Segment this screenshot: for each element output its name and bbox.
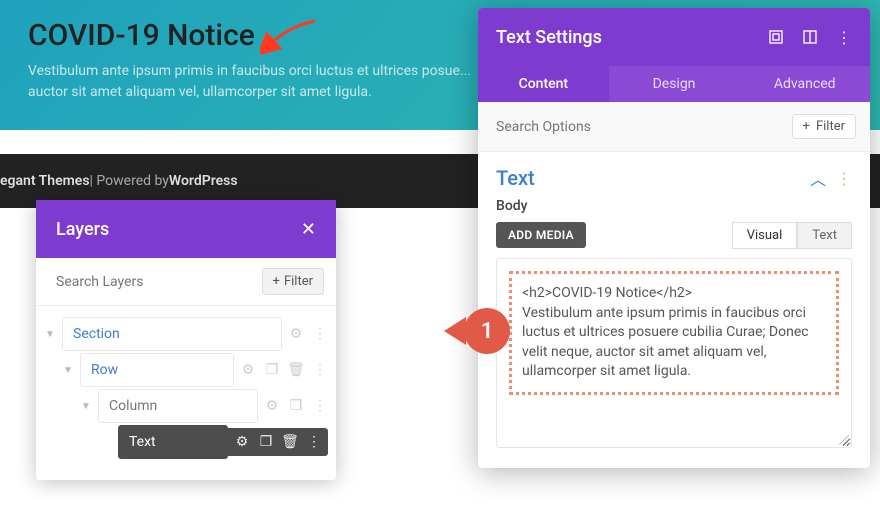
- layer-label[interactable]: Row: [80, 353, 234, 387]
- close-icon[interactable]: ✕: [301, 219, 316, 240]
- more-icon[interactable]: ⋮: [312, 398, 328, 414]
- layer-label[interactable]: Section: [62, 317, 282, 351]
- duplicate-icon[interactable]: ❐: [288, 398, 304, 414]
- gear-icon[interactable]: ⚙: [264, 398, 280, 414]
- settings-filter-button[interactable]: + Filter: [792, 114, 856, 139]
- text-section-header[interactable]: Text ︿ ⋮: [478, 152, 870, 198]
- more-icon[interactable]: ⋮: [836, 169, 852, 188]
- layer-label[interactable]: Text: [118, 425, 228, 459]
- footer-theme: egant Themes: [0, 173, 90, 189]
- annotation-pointer-icon: [444, 317, 466, 345]
- tab-content[interactable]: Content: [478, 66, 609, 102]
- layers-filter-button[interactable]: + Filter: [262, 268, 324, 295]
- plus-icon: +: [803, 119, 810, 134]
- layer-column-row[interactable]: ▼ Column ⚙ ❐ ⋮: [44, 388, 328, 424]
- more-icon[interactable]: ⋮: [312, 326, 328, 342]
- layer-section-row[interactable]: ▼ Section ⚙ ⋮: [44, 316, 328, 352]
- trash-icon[interactable]: 🗑: [282, 434, 298, 450]
- annotation-callout: 1: [444, 308, 510, 354]
- text-settings-panel: Text Settings ⋮ Content Design Advanced …: [478, 8, 870, 468]
- body-area: Body ADD MEDIA Visual Text <h2>COVID-19 …: [478, 198, 870, 468]
- layers-search-row: + Filter: [36, 258, 336, 306]
- plus-icon: +: [273, 274, 280, 289]
- tab-design[interactable]: Design: [609, 66, 740, 102]
- settings-search-row: + Filter: [478, 102, 870, 152]
- page-body: Vestibulum ante ipsum primis in faucibus…: [28, 61, 478, 103]
- section-title: Text: [496, 166, 535, 190]
- duplicate-icon[interactable]: ❐: [258, 434, 274, 450]
- filter-label: Filter: [284, 274, 313, 289]
- layers-title: Layers: [56, 219, 109, 240]
- tab-advanced[interactable]: Advanced: [739, 66, 870, 102]
- filter-label: Filter: [816, 119, 845, 134]
- settings-search-input[interactable]: [492, 119, 792, 135]
- layers-tree: ▼ Section ⚙ ⋮ ▼ Row ⚙ ❐ 🗑 ⋮ ▼ Column ⚙ ❐…: [36, 306, 336, 480]
- more-icon[interactable]: ⋮: [312, 362, 328, 378]
- footer-sep: | Powered by: [90, 173, 169, 189]
- more-icon[interactable]: ⋮: [306, 434, 322, 450]
- caret-down-icon[interactable]: ▼: [62, 365, 74, 376]
- chevron-up-icon[interactable]: ︿: [810, 166, 826, 190]
- add-media-button[interactable]: ADD MEDIA: [496, 222, 586, 248]
- expand-icon[interactable]: [768, 29, 784, 45]
- editor-tab-text[interactable]: Text: [797, 222, 852, 249]
- settings-header: Text Settings ⋮: [478, 8, 870, 66]
- gear-icon[interactable]: ⚙: [240, 362, 256, 378]
- layers-header: Layers ✕: [36, 200, 336, 258]
- red-arrow-annotation: [260, 16, 320, 56]
- annotation-number: 1: [464, 308, 510, 354]
- split-view-icon[interactable]: [802, 29, 818, 45]
- settings-title: Text Settings: [496, 27, 602, 48]
- settings-tabs: Content Design Advanced: [478, 66, 870, 102]
- caret-down-icon[interactable]: ▼: [80, 401, 92, 412]
- trash-icon[interactable]: 🗑: [288, 362, 304, 378]
- body-label: Body: [496, 198, 852, 214]
- caret-down-icon[interactable]: ▼: [44, 329, 56, 340]
- gear-icon[interactable]: ⚙: [288, 326, 304, 342]
- gear-icon[interactable]: ⚙: [234, 434, 250, 450]
- layer-text-row[interactable]: Text ⚙ ❐ 🗑 ⋮: [44, 424, 328, 460]
- layers-panel: Layers ✕ + Filter ▼ Section ⚙ ⋮ ▼ Row ⚙ …: [36, 200, 336, 480]
- layer-row-row[interactable]: ▼ Row ⚙ ❐ 🗑 ⋮: [44, 352, 328, 388]
- resize-handle-icon[interactable]: [839, 435, 849, 445]
- layers-search-input[interactable]: [56, 274, 254, 290]
- code-content[interactable]: <h2>COVID-19 Notice</h2> Vestibulum ante…: [509, 271, 839, 395]
- layer-label[interactable]: Column: [98, 389, 258, 423]
- more-icon[interactable]: ⋮: [836, 29, 852, 45]
- duplicate-icon[interactable]: ❐: [264, 362, 280, 378]
- code-editor[interactable]: <h2>COVID-19 Notice</h2> Vestibulum ante…: [496, 258, 852, 448]
- footer-platform: WordPress: [169, 173, 238, 189]
- editor-tab-visual[interactable]: Visual: [732, 222, 798, 249]
